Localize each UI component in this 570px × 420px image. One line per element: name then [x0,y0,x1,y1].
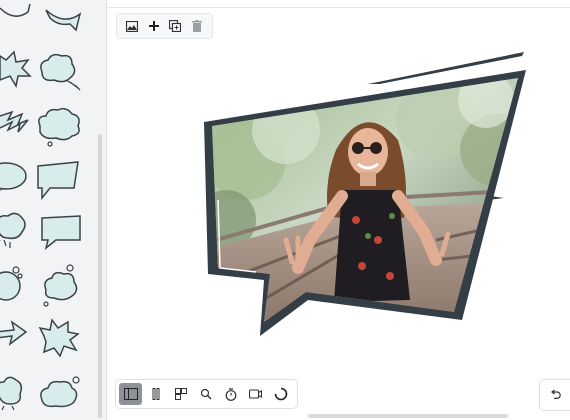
undo-icon [550,386,561,404]
rectangle-speech-bubble-icon[interactable] [40,214,84,252]
design-canvas[interactable] [106,40,570,380]
panel-scrollbar[interactable] [98,134,102,418]
oval-speech-bubble-icon[interactable] [0,160,30,196]
circle-bubble-icon[interactable] [0,264,30,306]
zoom-icon[interactable] [194,383,217,405]
thought-cloud-bubble-icon[interactable] [40,262,82,307]
undo-button[interactable] [539,379,570,411]
plus-icon[interactable] [145,17,163,35]
cloud-thought-bubble-icon[interactable] [36,52,82,92]
duplicate-icon[interactable] [166,17,184,35]
shapes-panel [0,0,107,420]
horizontal-scrollbar[interactable] [308,414,508,418]
photo-image [212,78,518,322]
top-divider [106,7,570,8]
lightning-zigzag-icon[interactable] [0,106,30,138]
spiky-burst-bubble-icon[interactable] [0,50,32,90]
speech-bubble-oval-icon[interactable] [44,0,82,42]
vertical-split-icon[interactable] [144,383,167,405]
explosion-bubble-icon[interactable] [38,318,80,358]
layout-panel-icon[interactable] [119,383,142,405]
loading-spinner-icon[interactable] [269,383,292,405]
splash-cloud-bubble-icon[interactable] [0,210,30,252]
cloud-bubble-icon[interactable] [36,106,82,147]
bottom-toolbar [115,379,298,409]
arrow-shape-icon[interactable] [0,318,30,352]
image-icon[interactable] [123,17,141,35]
speech-bubble-oval-icon[interactable] [0,0,31,30]
trash-icon[interactable] [188,17,206,35]
element-toolbar [116,13,213,39]
angled-rectangle-bubble-icon[interactable] [36,158,82,201]
splash-bubble-icon[interactable] [0,372,28,412]
video-icon[interactable] [244,383,267,405]
grid-layout-icon[interactable] [169,383,192,405]
cloud-bubble-small-icon[interactable] [38,374,82,414]
timer-icon[interactable] [219,383,242,405]
